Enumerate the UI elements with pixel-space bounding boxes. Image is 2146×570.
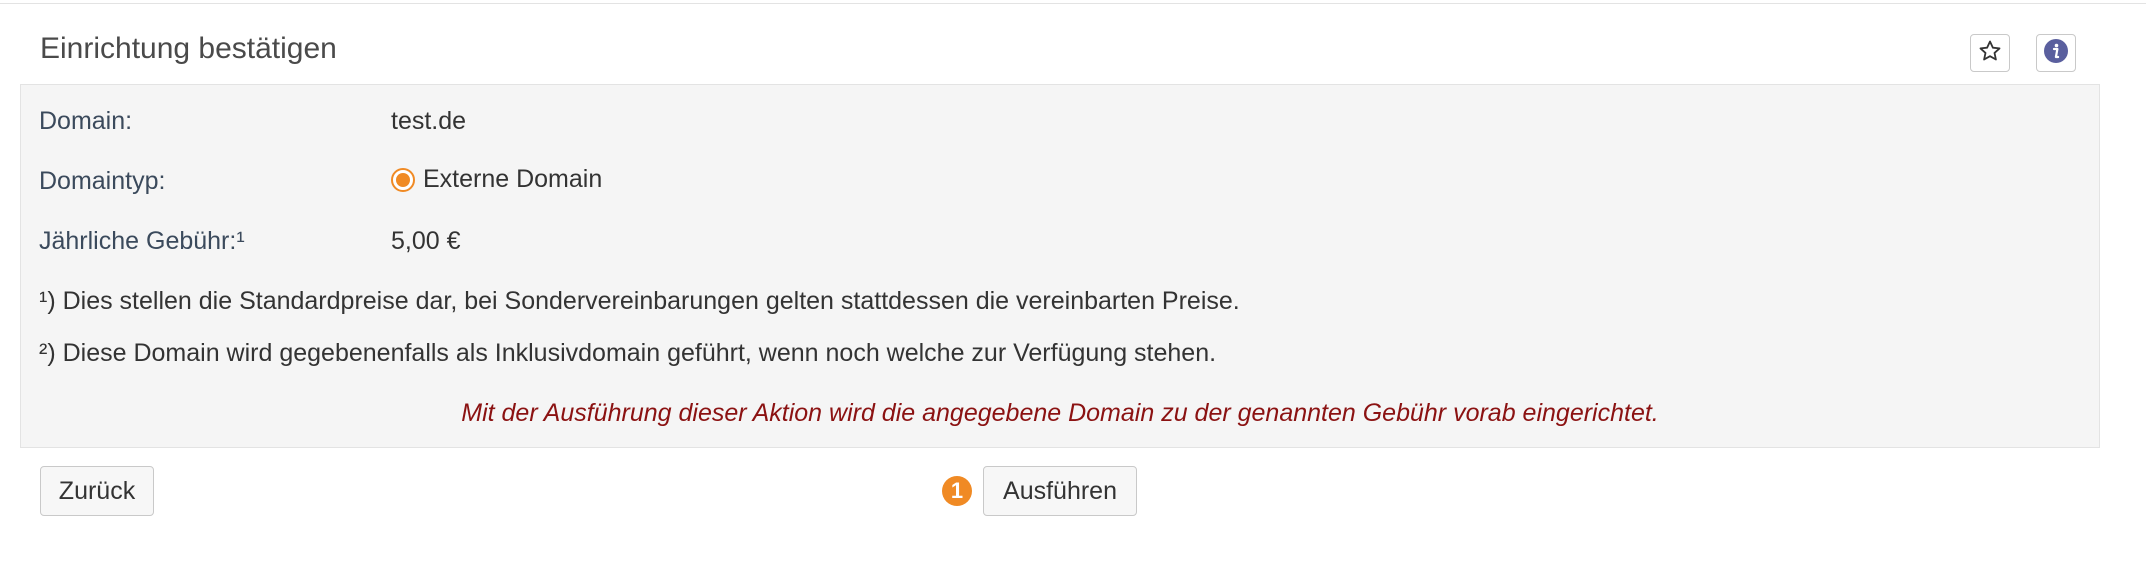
star-icon	[1978, 39, 2002, 68]
domain-value: test.de	[391, 107, 467, 135]
domaintype-value: Externe Domain	[423, 165, 603, 193]
domaintype-label: Domaintyp:	[39, 167, 166, 195]
domaintype-radio[interactable]	[391, 167, 415, 192]
warning-message: Mit der Ausführung dieser Aktion wird di…	[461, 399, 1659, 427]
top-divider	[0, 0, 2146, 4]
step-number-badge: 1	[942, 476, 972, 506]
domaintype-option[interactable]: Externe Domain	[391, 165, 602, 194]
execute-button[interactable]: Ausführen	[983, 466, 1137, 516]
info-button[interactable]	[2036, 34, 2076, 72]
back-button[interactable]: Zurück	[40, 466, 154, 516]
domain-label: Domain:	[39, 107, 133, 135]
annual-fee-label: Jährliche Gebühr:¹	[39, 227, 245, 255]
favorite-button[interactable]	[1970, 34, 2010, 72]
annual-fee-value: 5,00 €	[391, 227, 461, 255]
confirmation-panel: Domain: test.de Domaintyp: Externe Domai…	[20, 84, 2100, 448]
info-icon	[2043, 38, 2069, 69]
footnote-1: ¹) Dies stellen die Standardpreise dar, …	[39, 287, 1240, 315]
page-title: Einrichtung bestätigen	[40, 32, 337, 65]
radio-selected-dot	[396, 172, 410, 187]
footnote-2: ²) Diese Domain wird gegebenenfalls als …	[39, 339, 1217, 367]
